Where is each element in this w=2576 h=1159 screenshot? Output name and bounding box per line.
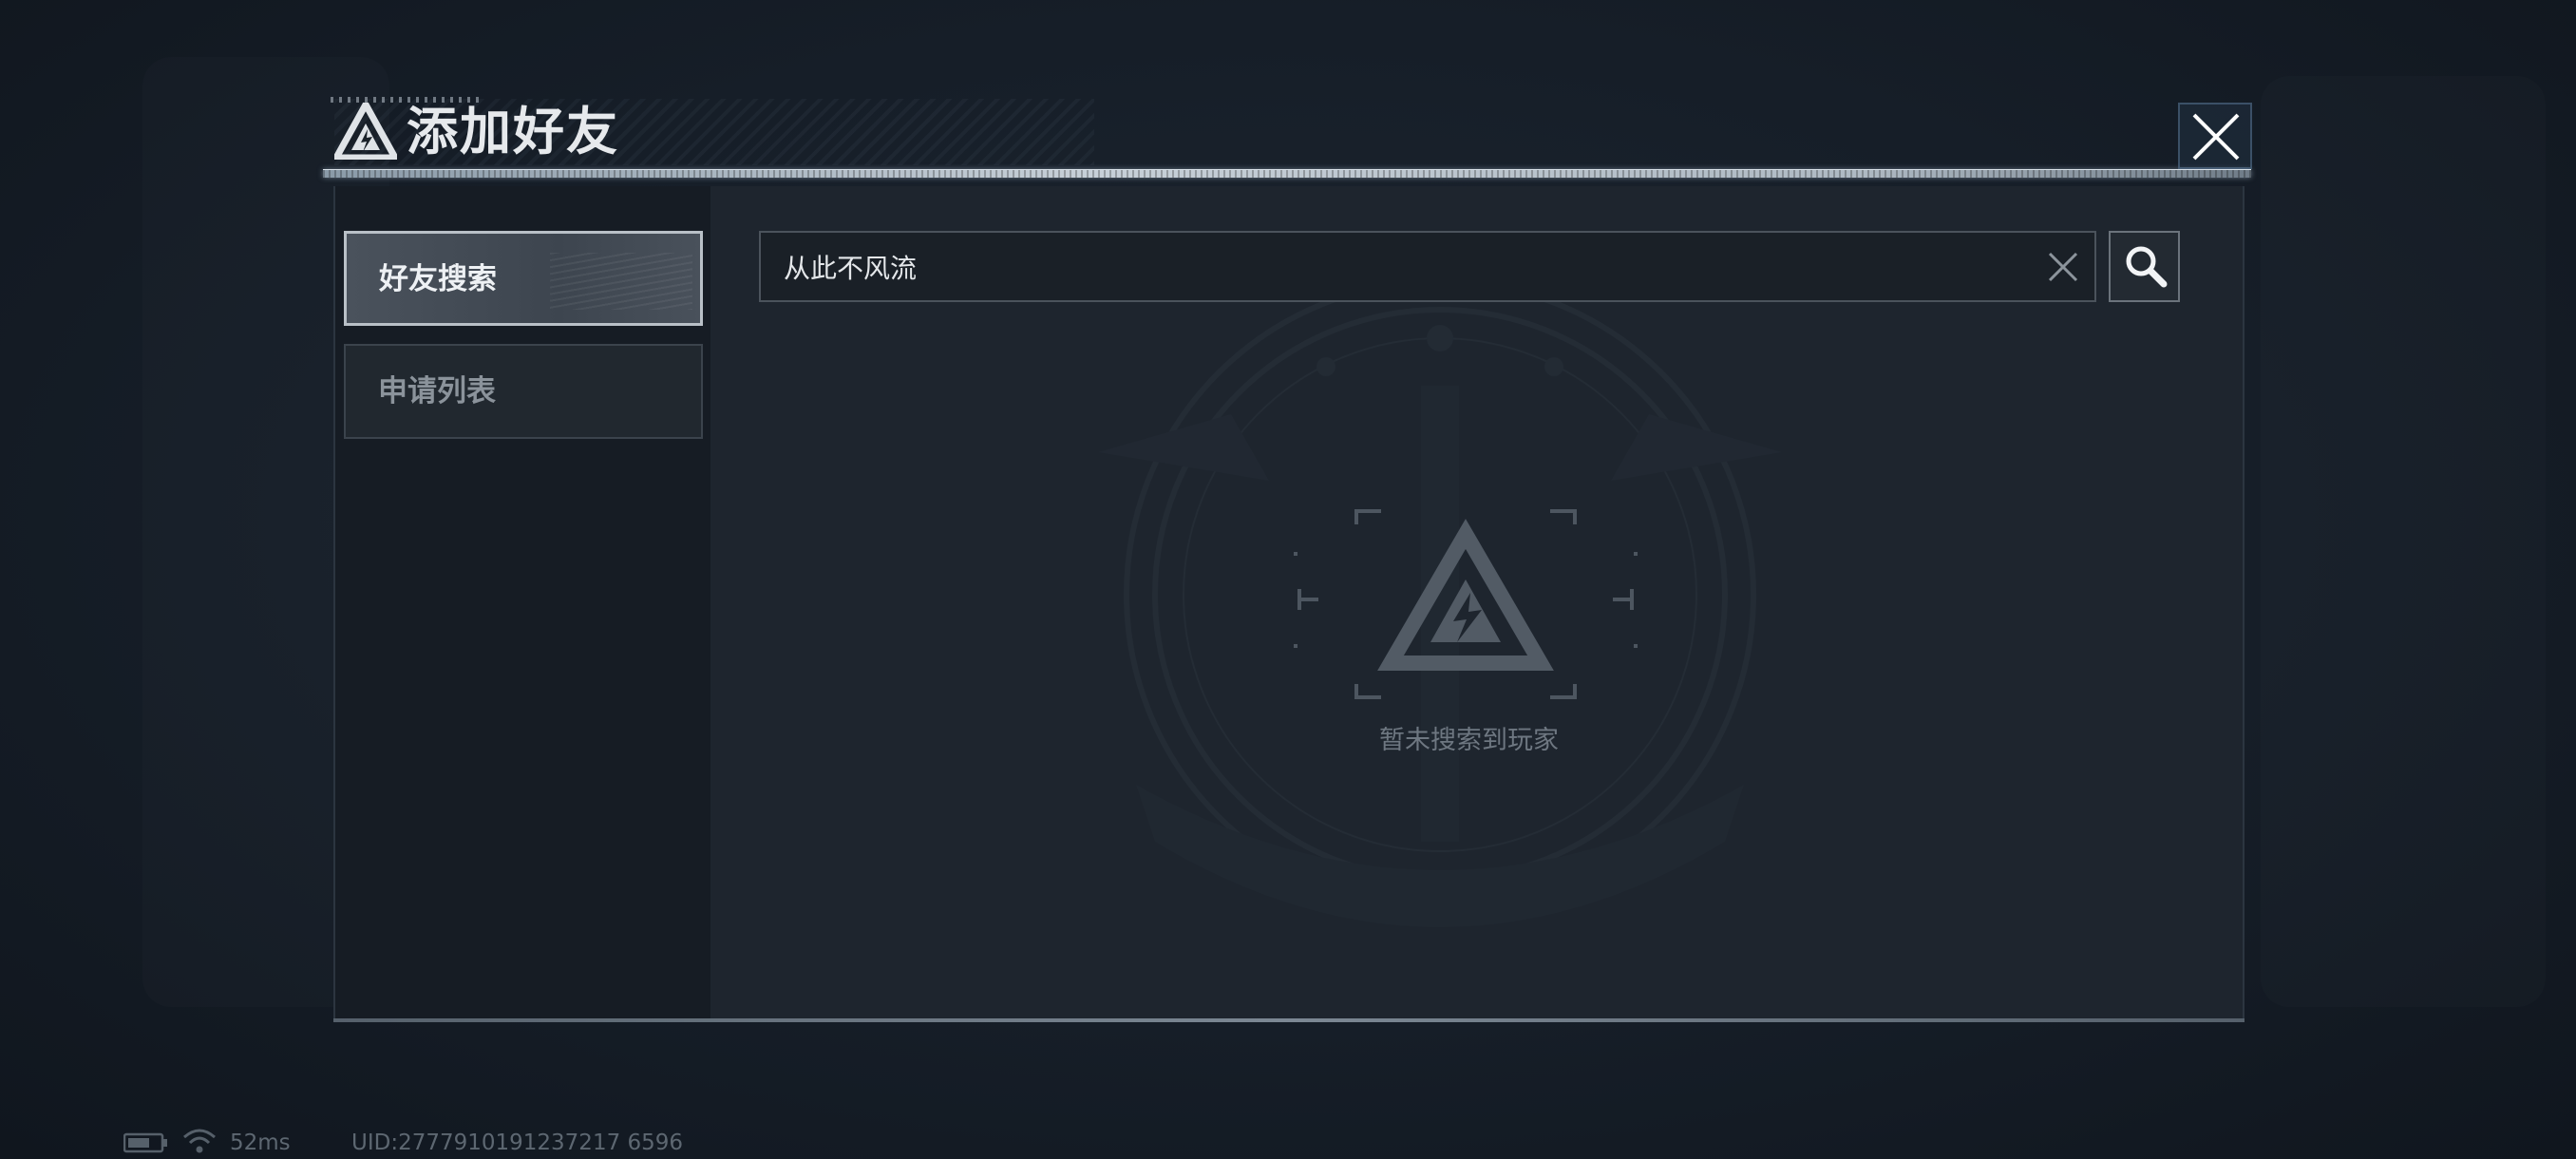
battery-icon [123, 1132, 167, 1153]
empty-state-message: 暂未搜索到玩家 [1379, 726, 1559, 755]
uid-text: UID:2777910191237217 6596 [351, 1130, 684, 1155]
clear-icon[interactable] [2045, 249, 2081, 285]
wifi-icon [183, 1129, 216, 1153]
search-content: 暂未搜索到玩家 [710, 186, 2243, 1020]
dialog-title: 添加好友 [407, 102, 619, 162]
dialog-body: 好友搜索 申请列表 从此不风流 暂未搜索到玩家 [333, 186, 2245, 1020]
sidebar: 好友搜索 申请列表 [335, 186, 710, 1020]
close-icon [2192, 113, 2240, 161]
search-box [759, 231, 2096, 302]
search-button[interactable] [2109, 231, 2180, 302]
empty-state-icon [1294, 509, 1638, 699]
tab-label: 申请列表 [378, 374, 496, 408]
search-input[interactable] [784, 233, 2018, 300]
game-screen: 添加好友 好友搜索 申请列表 从此不风流 暂未搜索到玩家 52ms UID:27… [0, 0, 2576, 1159]
tab-label: 好友搜索 [379, 262, 497, 296]
dialog-header: 添加好友 [323, 95, 2251, 182]
ping-text: 52ms [230, 1130, 291, 1155]
background-shape [2261, 76, 2546, 1007]
tab-request-list[interactable]: 申请列表 [344, 344, 703, 439]
tab-friend-search[interactable]: 好友搜索 [344, 231, 703, 326]
close-button[interactable] [2178, 103, 2252, 169]
tab-texture [550, 253, 692, 310]
game-logo-icon [334, 103, 397, 160]
header-divider [323, 169, 2251, 178]
dialog-bottom-border [333, 1018, 2245, 1022]
search-icon [2126, 246, 2168, 288]
